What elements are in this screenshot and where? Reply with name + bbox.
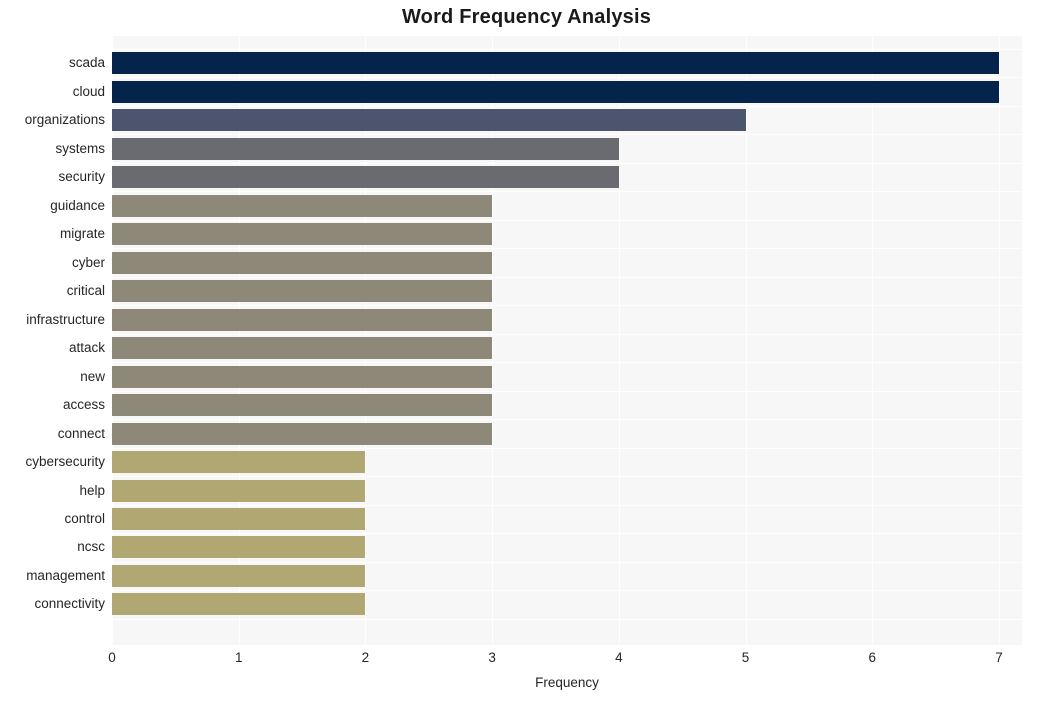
gridline-horizontal	[112, 163, 1022, 164]
bar[interactable]	[112, 166, 619, 188]
gridline-horizontal	[112, 562, 1022, 563]
y-axis-label-cybersecurity: cybersecurity	[25, 454, 105, 469]
gridline-horizontal	[112, 248, 1022, 249]
y-axis-label-critical: critical	[66, 283, 105, 298]
gridline-horizontal	[112, 448, 1022, 449]
gridline-horizontal	[112, 134, 1022, 135]
gridline-horizontal	[112, 277, 1022, 278]
bar[interactable]	[112, 195, 492, 217]
gridline-horizontal	[112, 590, 1022, 591]
y-axis-label-systems: systems	[55, 141, 105, 156]
bar[interactable]	[112, 536, 365, 558]
gridline-horizontal	[112, 362, 1022, 363]
chart-title: Word Frequency Analysis	[401, 6, 652, 28]
word-frequency-chart: Word Frequency Analysis scada cloud organi…	[0, 0, 1053, 701]
y-axis-label-guidance: guidance	[50, 198, 105, 213]
gridline-horizontal	[112, 77, 1022, 78]
y-axis-label-control: control	[64, 511, 105, 526]
y-axis-label-new: new	[80, 369, 105, 384]
bar[interactable]	[112, 480, 365, 502]
bar[interactable]	[112, 280, 492, 302]
gridline-horizontal	[112, 49, 1022, 50]
x-axis-tick-2: 2	[361, 650, 370, 665]
y-axis-label-migrate: migrate	[59, 226, 105, 241]
gridline-horizontal	[112, 419, 1022, 420]
y-axis-label-cloud: cloud	[72, 84, 105, 99]
bar[interactable]	[112, 394, 492, 416]
bar[interactable]	[112, 52, 999, 74]
gridline-horizontal	[112, 533, 1022, 534]
plot-area	[112, 36, 1022, 645]
bar[interactable]	[112, 81, 999, 103]
gridline-vertical	[872, 36, 873, 645]
x-axis-tick-4: 4	[615, 650, 623, 665]
bar[interactable]	[112, 252, 492, 274]
y-axis-tick-labels: scada cloud organizations systems security gu…	[0, 36, 105, 645]
y-axis-label-help: help	[79, 483, 105, 498]
x-axis-tick-0: 0	[108, 650, 116, 665]
x-axis-title: Frequency	[535, 675, 599, 690]
x-axis-tick-3: 3	[488, 650, 496, 665]
gridline-vertical	[999, 36, 1000, 645]
gridline-horizontal	[112, 619, 1022, 620]
bar[interactable]	[112, 451, 365, 473]
bar[interactable]	[112, 593, 365, 615]
bar[interactable]	[112, 109, 746, 131]
bar[interactable]	[112, 223, 492, 245]
y-axis-label-connect: connect	[57, 426, 105, 441]
gridline-horizontal	[112, 191, 1022, 192]
gridline-horizontal	[112, 334, 1022, 335]
x-axis-tick-7: 7	[995, 650, 1003, 665]
y-axis-label-ncsc: ncsc	[77, 539, 105, 554]
y-axis-label-management: management	[26, 568, 105, 583]
gridline-vertical	[746, 36, 747, 645]
y-axis-label-connectivity: connectivity	[34, 596, 105, 611]
y-axis-label-organizations: organizations	[24, 112, 105, 127]
gridline-horizontal	[112, 476, 1022, 477]
x-axis-tick-labels: 0 1 2 3 4 5 6 7	[0, 650, 1053, 672]
x-axis-tick-1: 1	[234, 650, 243, 665]
bar[interactable]	[112, 309, 492, 331]
bar[interactable]	[112, 337, 492, 359]
gridline-horizontal	[112, 391, 1022, 392]
gridline-horizontal	[112, 505, 1022, 506]
x-axis-tick-6: 6	[868, 650, 877, 665]
y-axis-label-security: security	[58, 169, 105, 184]
gridline-horizontal	[112, 305, 1022, 306]
y-axis-label-cyber: cyber	[71, 255, 105, 270]
y-axis-label-attack: attack	[68, 340, 105, 355]
gridline-horizontal	[112, 220, 1022, 221]
bar[interactable]	[112, 138, 619, 160]
y-axis-label-scada: scada	[68, 55, 105, 70]
bar[interactable]	[112, 565, 365, 587]
gridline-horizontal	[112, 106, 1022, 107]
bar[interactable]	[112, 508, 365, 530]
bar[interactable]	[112, 423, 492, 445]
y-axis-label-infrastructure: infrastructure	[26, 312, 105, 327]
x-axis-tick-5: 5	[741, 650, 750, 665]
bar[interactable]	[112, 366, 492, 388]
y-axis-label-access: access	[62, 397, 105, 412]
